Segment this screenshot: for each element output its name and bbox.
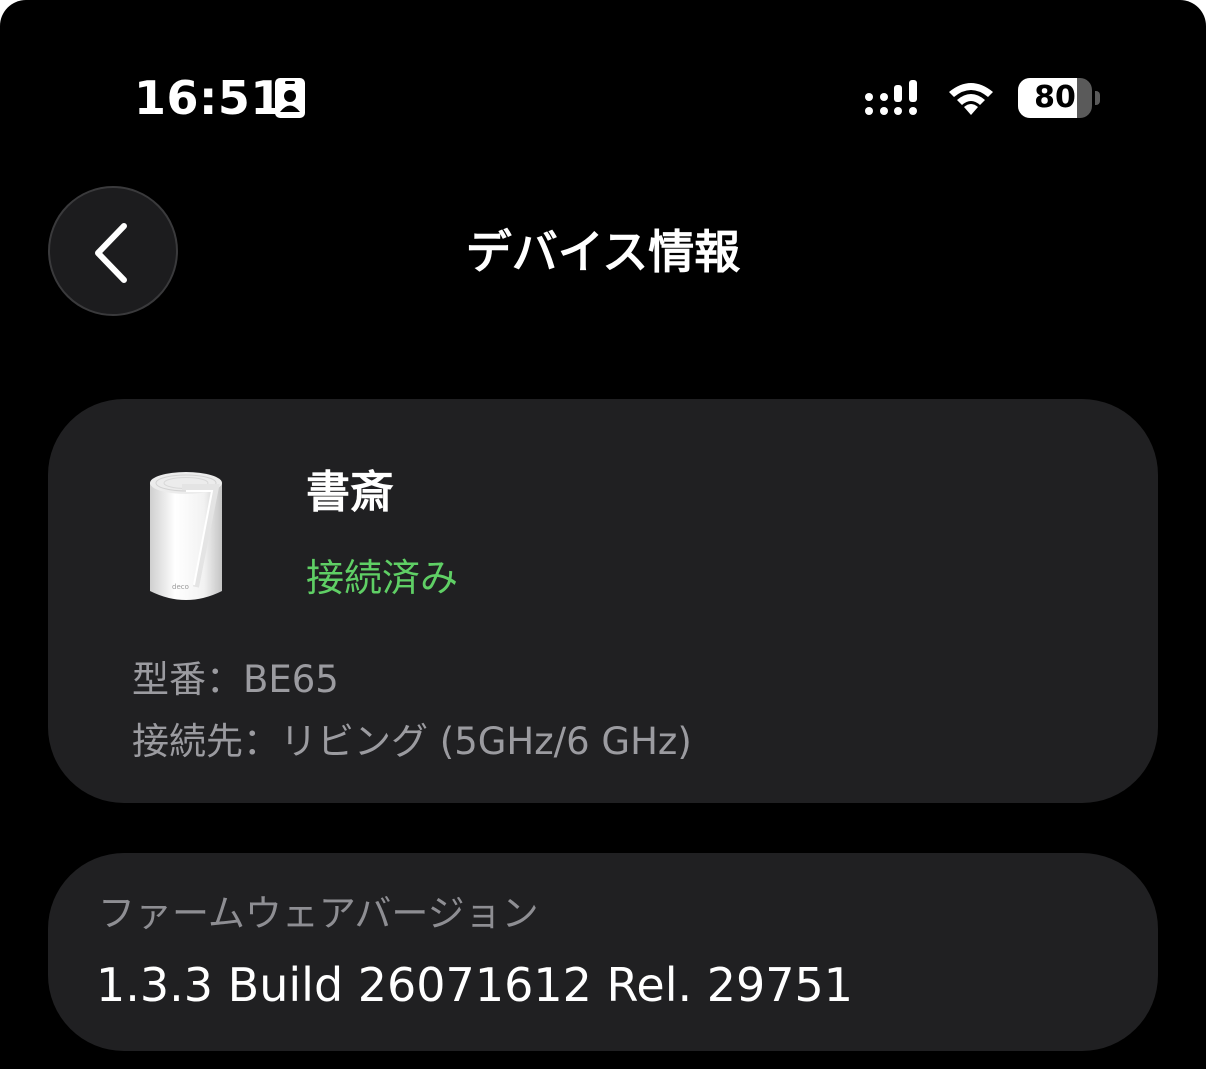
battery-body: 80 [1018, 78, 1092, 118]
device-name: 書斎 [306, 467, 394, 518]
wifi-icon [949, 83, 993, 115]
device-connection-status: 接続済み [306, 556, 459, 600]
cellular-signal-icon [865, 80, 917, 115]
contact-card-icon [275, 78, 305, 118]
firmware-version-value: 1.3.3 Build 26071612 Rel. 29751 [96, 958, 854, 1012]
device-connected-to: 接続先：リビング (5GHz/6 GHz) [132, 720, 692, 763]
device-info-screen: 16:51 80 デバイス情報 deco 書斎 接続済み 型番：BE65 接続先… [0, 0, 1206, 1069]
deco-device-image: deco [150, 472, 222, 600]
firmware-card: ファームウェアバージョン 1.3.3 Build 26071612 Rel. 2… [48, 853, 1158, 1051]
battery-level-text: 80 [1034, 80, 1076, 115]
battery-icon: 80 [1018, 78, 1100, 118]
device-card: deco 書斎 接続済み 型番：BE65 接続先：リビング (5GHz/6 GH… [48, 399, 1158, 803]
status-time: 16:51 [134, 71, 283, 125]
battery-tip [1095, 91, 1100, 105]
page-title: デバイス情報 [465, 225, 741, 279]
device-model: 型番：BE65 [132, 658, 339, 701]
deco-logo-text: deco [172, 583, 189, 591]
firmware-version-label: ファームウェアバージョン [98, 892, 539, 935]
